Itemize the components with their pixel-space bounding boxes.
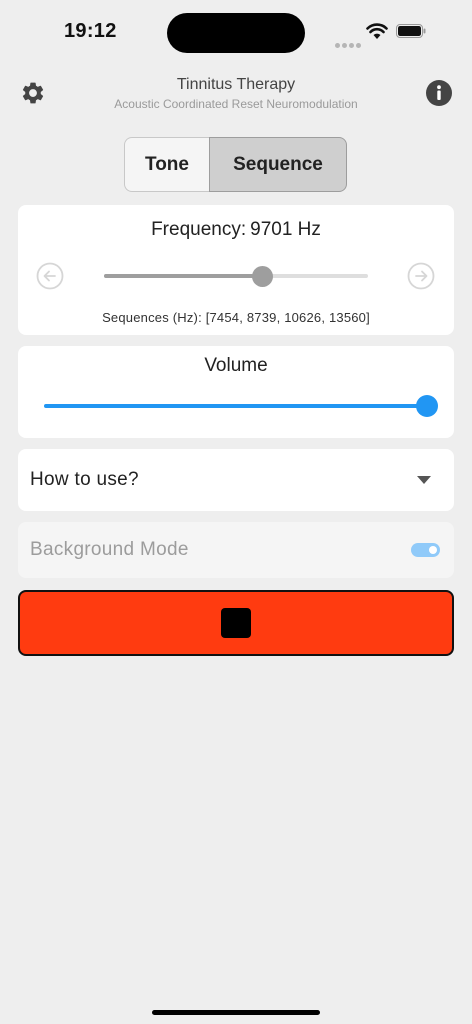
home-indicator <box>152 1010 320 1015</box>
cellular-signal-icon <box>335 35 363 53</box>
dynamic-island <box>167 13 305 53</box>
how-to-use-dropdown[interactable]: How to use? <box>18 449 454 511</box>
battery-icon <box>396 24 426 38</box>
frequency-label: Frequency: <box>151 219 247 240</box>
frequency-card: Frequency: 9701 Hz Sequences (Hz): [7454,… <box>18 205 454 335</box>
stop-icon <box>221 608 251 638</box>
wifi-icon <box>366 23 388 39</box>
background-mode-toggle[interactable] <box>411 543 440 557</box>
app-subtitle: Acoustic Coordinated Reset Neuromodulati… <box>114 97 358 111</box>
toggle-knob <box>429 546 437 554</box>
frequency-heading: Frequency: 9701 Hz <box>18 219 454 241</box>
volume-card: Volume <box>18 346 454 438</box>
volume-slider-track[interactable] <box>44 404 428 408</box>
frequency-slider-thumb[interactable] <box>252 266 273 287</box>
background-mode-label: Background Mode <box>30 539 189 560</box>
tab-tone[interactable]: Tone <box>124 137 209 192</box>
sequences-text: Sequences (Hz): [7454, 8739, 10626, 1356… <box>102 310 370 325</box>
tab-sequence[interactable]: Sequence <box>209 137 347 192</box>
how-to-use-label: How to use? <box>30 469 139 490</box>
caret-down-icon <box>417 476 431 484</box>
volume-slider-thumb[interactable] <box>416 395 438 417</box>
next-arrow-icon[interactable] <box>407 262 435 290</box>
app-title: Tinnitus Therapy <box>176 76 296 93</box>
volume-label: Volume <box>204 355 268 376</box>
mode-selector: Tone Sequence <box>124 137 347 192</box>
app-header: Tinnitus Therapy Acoustic Coordinated Re… <box>0 70 472 120</box>
frequency-value: 9701 Hz <box>250 219 321 240</box>
previous-arrow-icon[interactable] <box>36 262 64 290</box>
frequency-slider-fill <box>104 274 262 278</box>
stop-button[interactable] <box>18 590 454 656</box>
background-mode-row: Background Mode <box>18 522 454 578</box>
status-bar: 19:12 <box>0 0 472 64</box>
status-time: 19:12 <box>64 20 117 42</box>
info-icon[interactable] <box>425 79 453 107</box>
